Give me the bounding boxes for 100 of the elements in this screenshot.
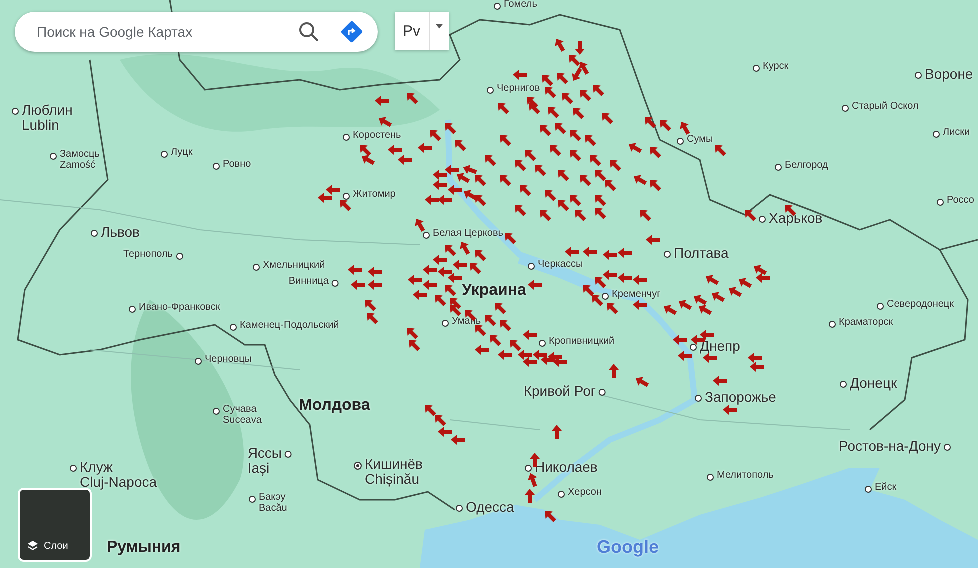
arrow-icon (558, 170, 570, 182)
place-name: Сумы (687, 134, 714, 145)
arrow-icon (738, 278, 752, 288)
search-icon[interactable] (298, 21, 320, 43)
place-name: Ростов-на-Дону (839, 439, 941, 454)
arrow-icon (562, 93, 574, 104)
arrow-icon (636, 377, 650, 388)
place-name: Ивано-Франковск (139, 302, 220, 313)
arrow-icon (723, 405, 737, 415)
arrow-icon (618, 273, 632, 283)
arrow-icon (592, 295, 604, 306)
place-name: Николаев (535, 460, 598, 476)
arrow-icon (754, 265, 768, 276)
arrow-icon (500, 320, 512, 332)
arrow-icon (529, 103, 540, 114)
arrow-icon (605, 180, 616, 192)
layers-icon (27, 540, 39, 552)
arrow-icon (438, 427, 452, 437)
arrow-icon (448, 185, 462, 195)
arrow-icon (445, 245, 456, 256)
arrow-icon (475, 195, 486, 206)
arrow-icon (603, 250, 617, 260)
place-name: Лиски (943, 127, 970, 138)
place-name: Северодонецк (887, 299, 954, 310)
arrow-icon (595, 170, 606, 182)
arrow-icon (580, 175, 592, 186)
arrow-icon (362, 155, 376, 166)
arrow-icon (523, 357, 537, 367)
arrow-icon (555, 38, 566, 52)
arrow-icon (660, 120, 672, 132)
arrow-icon (340, 200, 352, 212)
arrow-icon (575, 210, 586, 222)
arrow-icon (435, 295, 446, 306)
arrow-icon (542, 75, 554, 86)
arrow-icon (498, 103, 510, 114)
place-name: Бакэу (259, 492, 287, 503)
arrow-icon (570, 130, 582, 142)
language-button[interactable]: Pv (395, 12, 429, 50)
arrow-icon (570, 195, 582, 206)
caret-icon (436, 24, 443, 29)
arrow-icon (545, 190, 556, 202)
place-name: Каменец-Подольский (240, 320, 340, 331)
arrow-icon (715, 145, 726, 156)
place-name: Харьков (769, 211, 823, 226)
arrow-icon (633, 300, 647, 310)
place-name: Старый Оскол (852, 101, 919, 112)
arrow-icon (646, 235, 660, 245)
arrow-icon (750, 362, 764, 372)
arrow-icon (590, 155, 602, 166)
arrow-icon (569, 55, 580, 66)
arrow-icon (438, 195, 452, 205)
place-name: Запорожье (705, 390, 776, 406)
place-name: Мелитополь (717, 470, 774, 481)
arrow-icon (565, 247, 579, 257)
place-name: Яссы (248, 446, 282, 462)
arrow-icon (595, 195, 606, 206)
place-name: Винница (288, 276, 329, 287)
arrow-icon (515, 160, 526, 172)
arrow-icon (585, 135, 596, 146)
arrow-icon (610, 160, 622, 172)
arrow-icon (628, 143, 642, 154)
place-name: Кривой Рог (524, 384, 596, 400)
arrow-icon (541, 355, 555, 365)
arrow-icon (545, 511, 556, 522)
arrow-icon (528, 473, 538, 488)
arrow-icon (618, 248, 632, 258)
place-name: Zamość (60, 160, 97, 171)
arrow-icon (520, 185, 532, 196)
place-name: Люблин (22, 103, 73, 118)
arrow-icon (375, 96, 389, 106)
arrow-icon (438, 267, 452, 277)
arrow-icon (485, 315, 496, 326)
arrow-icon (368, 267, 382, 277)
arrow-icon (555, 123, 566, 134)
arrow-icon (348, 265, 362, 275)
place-name: Россо (947, 195, 974, 206)
arrow-icon (535, 165, 546, 176)
arrow-icon (367, 313, 378, 324)
layers-button[interactable]: Слои (18, 488, 92, 562)
place-name: Чернигов (497, 83, 540, 94)
arrow-icon (698, 305, 712, 316)
place-name: Черкассы (538, 259, 584, 270)
arrow-icon (634, 175, 648, 186)
place-name: Краматорск (839, 317, 894, 328)
search-field[interactable]: Поиск на Google Картах (35, 23, 278, 41)
arrow-icon (475, 250, 486, 262)
place-name: Cluj-Napoca (80, 475, 158, 491)
place-name: Одесса (466, 500, 514, 516)
arrow-icon (498, 350, 512, 360)
arrow-icon (553, 357, 567, 367)
arrow-icon (425, 405, 436, 416)
arrow-icon (423, 280, 437, 290)
arrow-icon (523, 330, 537, 340)
place-name: Белгород (785, 160, 828, 171)
arrow-icon (485, 155, 496, 166)
arrow-icon (415, 218, 426, 232)
arrow-icon (583, 285, 594, 296)
arrow-icon (518, 350, 532, 360)
search-bar[interactable]: Поиск на Google Картах (15, 12, 378, 52)
arrow-icon (413, 290, 427, 300)
